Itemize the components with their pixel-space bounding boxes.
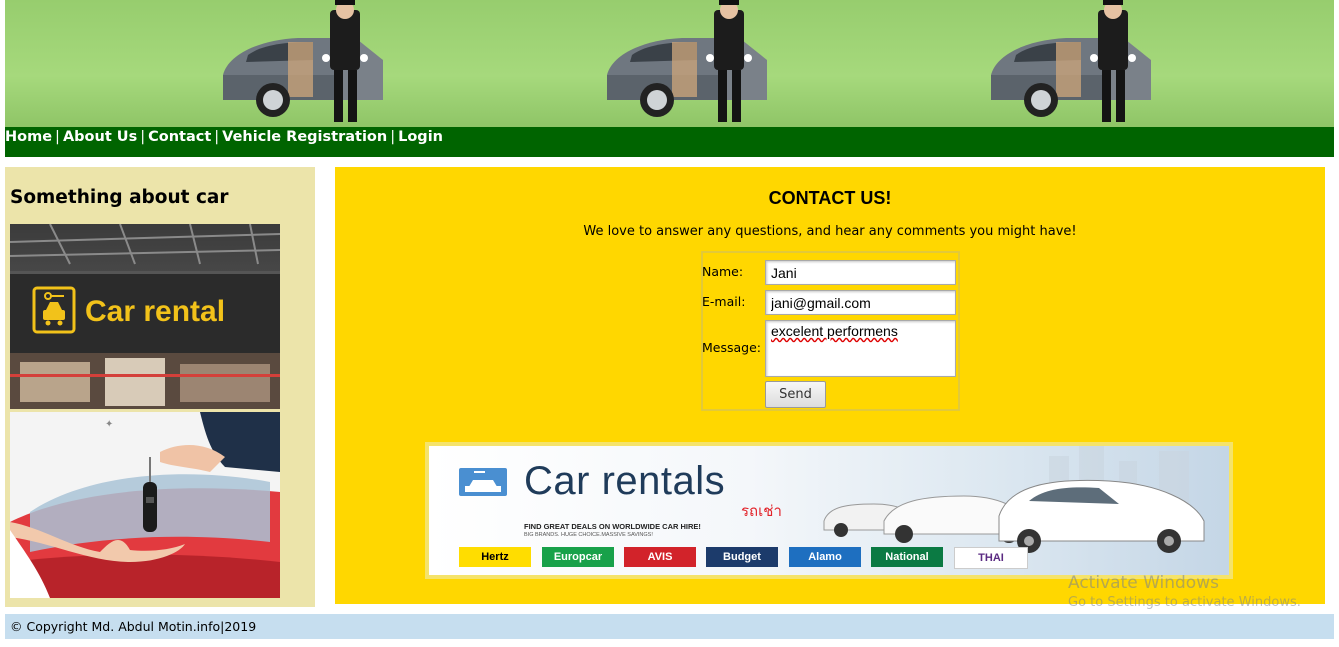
svg-text:✦: ✦	[105, 419, 113, 430]
promo-subtagline: BIG BRANDS. HUGE CHOICE.MASSIVE SAVINGS!	[524, 532, 653, 538]
promo-title: Car rentals	[524, 459, 726, 503]
brand-logo-thai: THAI	[954, 547, 1028, 569]
nav-separator: |	[140, 129, 146, 145]
message-text: excelent performens	[771, 323, 898, 339]
email-label: E-mail:	[702, 294, 746, 309]
nav-contact[interactable]: Contact	[148, 129, 211, 145]
brand-logo-avis: AVIS	[624, 547, 696, 567]
sidebar: Something about car Car rental ✦	[5, 167, 315, 607]
car-rentals-banner: Car rentals รถเช่า FIND GREAT DEALS ON W…	[425, 442, 1233, 579]
email-field[interactable]	[765, 290, 956, 315]
top-nav: Home | About Us | Contact | Vehicle Registrati…	[5, 127, 1334, 157]
brand-logo-budget: Budget	[706, 547, 778, 567]
header-banner	[5, 0, 1334, 127]
contact-title: CONTACT US!	[768, 188, 892, 208]
nav-separator: |	[390, 129, 396, 145]
nav-separator: |	[214, 129, 220, 145]
brand-logo-national: National	[871, 547, 943, 567]
contact-intro: We love to answer any questions, and hea…	[583, 224, 1077, 239]
contact-section: CONTACT US! We love to answer any questi…	[335, 167, 1325, 604]
name-label: Name:	[702, 264, 744, 279]
promo-tagline: FIND GREAT DEALS ON WORLDWIDE CAR HIRE!	[524, 522, 701, 531]
promo-thai-text: รถเช่า	[741, 502, 782, 520]
message-label: Message:	[702, 340, 761, 355]
nav-vehicle-registration[interactable]: Vehicle Registration	[222, 129, 387, 145]
sidebar-title: Something about car	[10, 187, 229, 208]
nav-about-us[interactable]: About Us	[63, 129, 137, 145]
activation-watermark: Activate Windows Go to Settings to activ…	[1068, 573, 1301, 610]
watermark-title: Activate Windows	[1068, 573, 1219, 593]
sign-text: Car rental	[85, 295, 225, 328]
brand-logo-europcar: Europcar	[542, 547, 614, 567]
nav-login[interactable]: Login	[398, 129, 443, 145]
chauffeur-car-image	[986, 0, 1156, 127]
car-rental-sign-image: Car rental	[10, 224, 280, 409]
message-field[interactable]: excelent performens	[765, 320, 956, 377]
nav-home[interactable]: Home	[5, 129, 52, 145]
footer: © Copyright Md. Abdul Motin.info|2019	[5, 614, 1334, 639]
name-field[interactable]	[765, 260, 956, 285]
chauffeur-car-image	[218, 0, 388, 127]
nav-separator: |	[55, 129, 60, 145]
chauffeur-car-image	[602, 0, 772, 127]
brand-logo-alamo: Alamo	[789, 547, 861, 567]
send-button[interactable]: Send	[765, 381, 826, 408]
car-keys-handover-image: ✦	[10, 412, 280, 598]
watermark-subtitle: Go to Settings to activate Windows.	[1068, 595, 1301, 610]
brand-logo-hertz: Hertz	[459, 547, 531, 567]
